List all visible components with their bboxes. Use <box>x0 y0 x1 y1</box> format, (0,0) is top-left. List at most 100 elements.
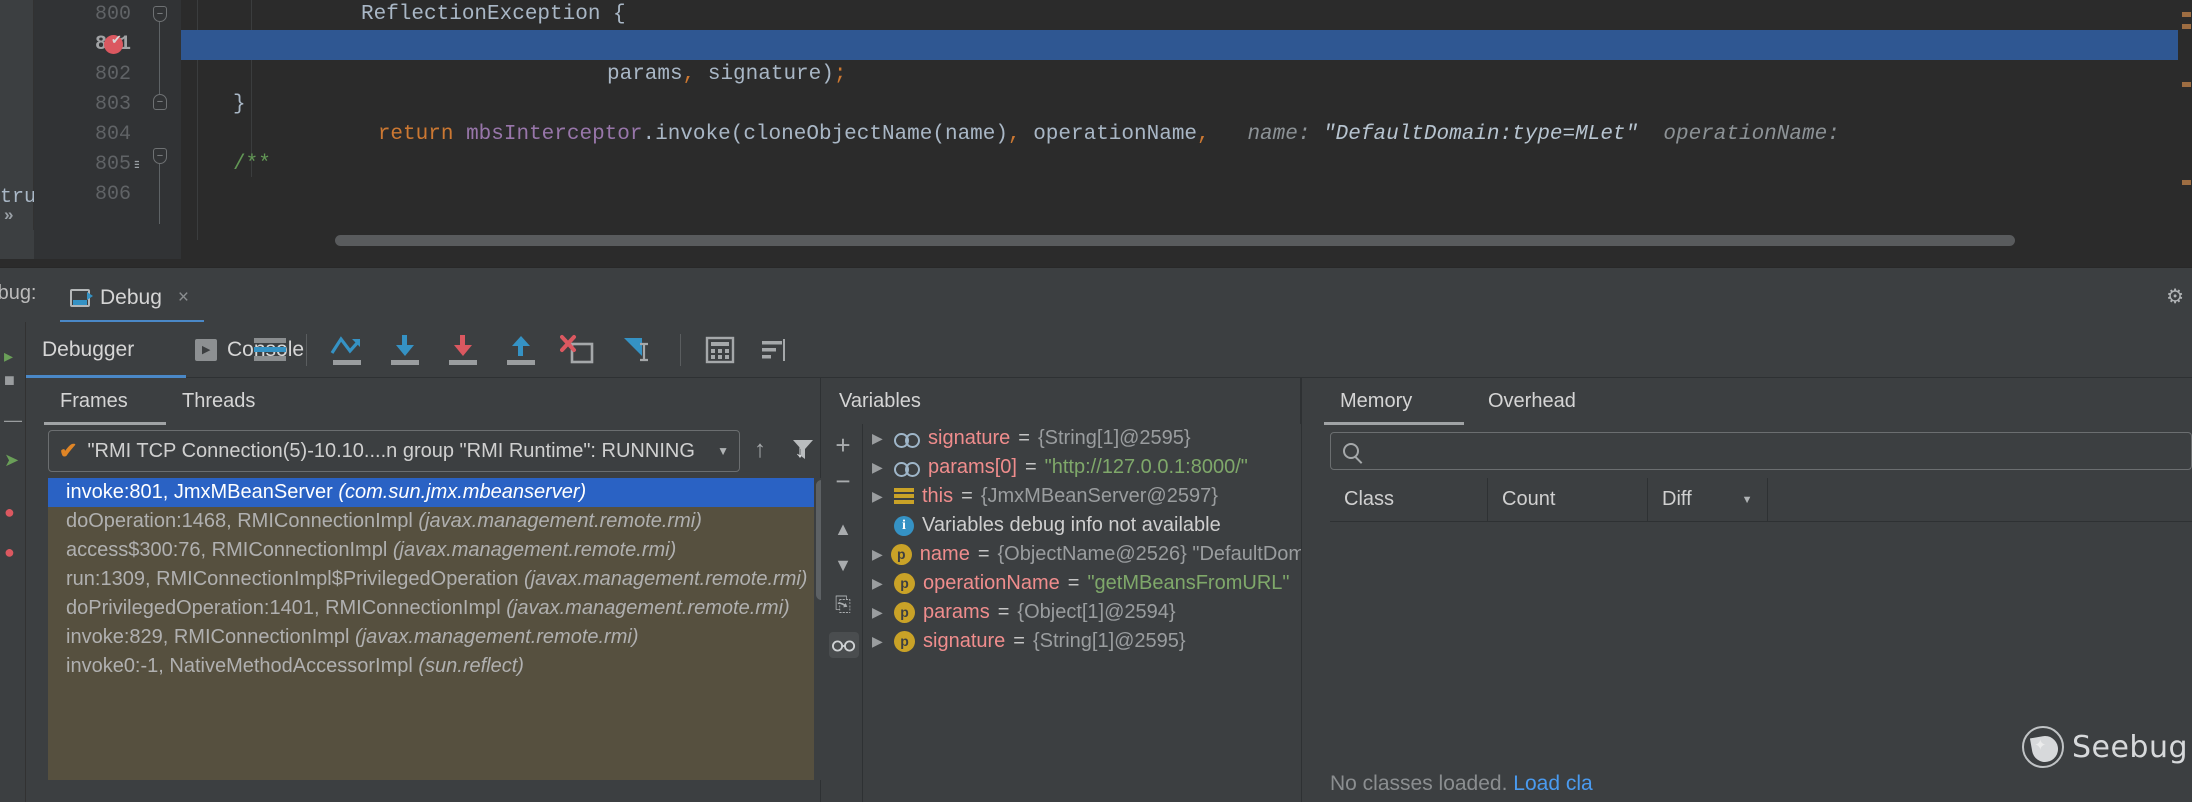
editor-code-area[interactable]: ReflectionException { return mbsIntercep… <box>181 0 2192 267</box>
show-execution-point-icon[interactable] <box>254 338 286 364</box>
variable-row-7[interactable]: ▶ p signature = {String[1]@2595} <box>864 627 1301 656</box>
expand-arrow-icon[interactable]: ▶ <box>872 598 886 627</box>
stripe-mark-1[interactable] <box>2182 12 2191 17</box>
frame-method-2: access$300:76, RMIConnectionImpl <box>66 539 393 561</box>
drop-frame-icon[interactable] <box>560 334 596 366</box>
frame-row-1[interactable]: doOperation:1468, RMIConnectionImpl (jav… <box>48 507 828 536</box>
filter-icon[interactable] <box>790 436 816 462</box>
view-breakpoints-icon[interactable]: ● <box>4 502 15 523</box>
frame-row-0[interactable]: invoke:801, JmxMBeanServer (com.sun.jmx.… <box>48 478 828 507</box>
variables-rail: + − ▲ ▼ ⎘ <box>821 424 863 802</box>
console-run-icon: ▸ <box>195 339 217 361</box>
tab-console[interactable]: ▸ Console <box>185 322 314 378</box>
frame-row-6[interactable]: invoke0:-1, NativeMethodAccessorImpl (su… <box>48 652 828 681</box>
editor-gutter[interactable]: 800 801 802 803 804 805 806 ✔ ≡ <box>34 0 139 267</box>
debug-session-title: Debug <box>100 286 162 310</box>
expand-arrow-icon[interactable]: ▶ <box>872 453 886 482</box>
tab-frames[interactable]: Frames <box>44 378 144 424</box>
move-watch-up-icon[interactable]: ▲ <box>829 516 857 544</box>
column-header-count[interactable]: Count <box>1488 478 1648 521</box>
add-watch-icon[interactable]: + <box>829 432 857 460</box>
rerun-icon[interactable]: ➤ <box>4 450 19 471</box>
sort-caret-icon[interactable]: ▼ <box>1742 494 1753 506</box>
editor-error-stripe[interactable] <box>2178 0 2192 267</box>
frame-row-4[interactable]: doPrivilegedOperation:1401, RMIConnectio… <box>48 594 828 623</box>
mute-breakpoints-icon[interactable]: — <box>4 410 22 431</box>
frame-method-6: invoke0:-1, NativeMethodAccessorImpl <box>66 655 418 677</box>
tab-debugger[interactable]: Debugger <box>28 322 148 378</box>
tab-threads[interactable]: Threads <box>166 378 271 424</box>
tab-overhead[interactable]: Overhead <box>1472 378 1592 424</box>
inspect-watch-icon[interactable] <box>829 632 859 658</box>
frame-package-3: (javax.management.remote.rmi) <box>524 568 807 590</box>
memory-search-input[interactable] <box>1359 440 2191 462</box>
pause-program-icon[interactable]: ■ <box>4 370 15 391</box>
frame-method-3: run:1309, RMIConnectionImpl$PrivilegedOp… <box>66 568 524 590</box>
parameter-icon: p <box>894 631 915 652</box>
thread-selector[interactable]: ✔ "RMI TCP Connection(5)-10.10....n grou… <box>48 430 740 472</box>
breakpoint-icon[interactable]: ✔ <box>104 35 123 54</box>
fold-marker-close-icon[interactable]: − <box>153 94 167 110</box>
expand-arrow-icon[interactable]: ▶ <box>872 540 883 569</box>
variable-name-4: name <box>920 540 970 569</box>
copy-value-icon[interactable]: ⎘ <box>829 592 857 620</box>
frame-row-3[interactable]: run:1309, RMIConnectionImpl$PrivilegedOp… <box>48 565 828 594</box>
editor-horizontal-scrollbar[interactable] <box>328 233 2174 247</box>
column-header-diff[interactable]: Diff ▼ <box>1648 478 1768 521</box>
close-icon[interactable]: × <box>178 287 189 309</box>
force-step-into-icon[interactable] <box>446 335 480 365</box>
memory-search-box[interactable] <box>1330 432 2192 470</box>
run-to-cursor-icon[interactable] <box>620 334 656 366</box>
frame-row-2[interactable]: access$300:76, RMIConnectionImpl (javax.… <box>48 536 828 565</box>
remove-watch-icon[interactable]: − <box>829 468 857 496</box>
evaluate-expression-icon[interactable] <box>705 336 735 364</box>
editor-fold-column[interactable]: − − − <box>139 0 181 267</box>
frame-package-6: (sun.reflect) <box>418 655 524 677</box>
stripe-mark-4[interactable] <box>2182 180 2191 185</box>
expand-arrow-icon[interactable]: ▶ <box>872 482 886 511</box>
step-out-icon[interactable] <box>504 335 538 365</box>
gear-icon[interactable]: ⚙ <box>2166 284 2184 309</box>
expand-arrow-icon[interactable]: ▶ <box>872 627 886 656</box>
thread-selector-value: "RMI TCP Connection(5)-10.10....n group … <box>87 440 707 463</box>
debug-session-tab[interactable]: Debug × <box>60 276 199 320</box>
variable-row-4[interactable]: ▶ p name = {ObjectName@2526} "DefaultDom <box>864 540 1301 569</box>
move-watch-down-icon[interactable]: ▼ <box>829 552 857 580</box>
stripe-mark-3[interactable] <box>2182 82 2191 87</box>
variable-row-2[interactable]: ▶ this = {JmxMBeanServer@2597} <box>864 482 1301 511</box>
fold-marker-open-icon[interactable]: − <box>153 6 167 22</box>
editor-hscroll-thumb[interactable] <box>335 235 2015 246</box>
line-number-804: 804 <box>26 120 131 150</box>
breakpoints-list-icon[interactable]: ● <box>4 542 15 563</box>
frame-package-5: (javax.management.remote.rmi) <box>355 626 638 648</box>
tab-memory[interactable]: Memory <box>1324 378 1428 424</box>
expand-arrow-icon[interactable]: ▶ <box>872 569 886 598</box>
frame-row-5[interactable]: invoke:829, RMIConnectionImpl (javax.man… <box>48 623 828 652</box>
load-classes-link[interactable]: Load cla <box>1513 772 1592 795</box>
variables-tree[interactable]: ▶ signature = {String[1]@2595} ▶ params[… <box>864 424 1301 802</box>
variable-row-5[interactable]: ▶ p operationName = "getMBeansFromURL" <box>864 569 1301 598</box>
chevron-down-icon[interactable]: ▼ <box>717 444 729 458</box>
frames-list[interactable]: invoke:801, JmxMBeanServer (com.sun.jmx.… <box>48 478 828 780</box>
variable-row-1[interactable]: ▶ params[0] = "http://127.0.0.1:8000/" <box>864 453 1301 482</box>
resume-program-icon[interactable]: ▸ <box>4 346 13 367</box>
variable-row-0[interactable]: ▶ signature = {String[1]@2595} <box>864 424 1301 453</box>
line-number-805: 805 <box>26 150 131 180</box>
fold-marker-doc-icon[interactable]: − <box>153 148 167 164</box>
step-over-icon[interactable] <box>330 335 364 365</box>
column-header-class[interactable]: Class <box>1330 478 1488 521</box>
variable-eq-6: = <box>998 598 1010 627</box>
frame-package-1: (javax.management.remote.rmi) <box>418 510 701 532</box>
filter-glyph <box>790 436 816 462</box>
frame-package-2: (javax.management.remote.rmi) <box>393 539 676 561</box>
variables-header: Variables <box>821 378 1301 424</box>
variable-row-6[interactable]: ▶ p params = {Object[1]@2594} <box>864 598 1301 627</box>
settings-icon[interactable] <box>760 336 790 364</box>
stripe-mark-2[interactable] <box>2182 24 2191 29</box>
expand-arrow-icon[interactable]: ▶ <box>872 424 886 453</box>
memory-empty-text: No classes loaded. <box>1330 772 1507 795</box>
move-up-icon[interactable]: ↑ <box>754 436 766 464</box>
expand-chevrons-icon[interactable]: » <box>4 205 13 225</box>
token-arg1: cloneObjectName(name) <box>743 123 1008 146</box>
step-into-icon[interactable] <box>388 335 422 365</box>
